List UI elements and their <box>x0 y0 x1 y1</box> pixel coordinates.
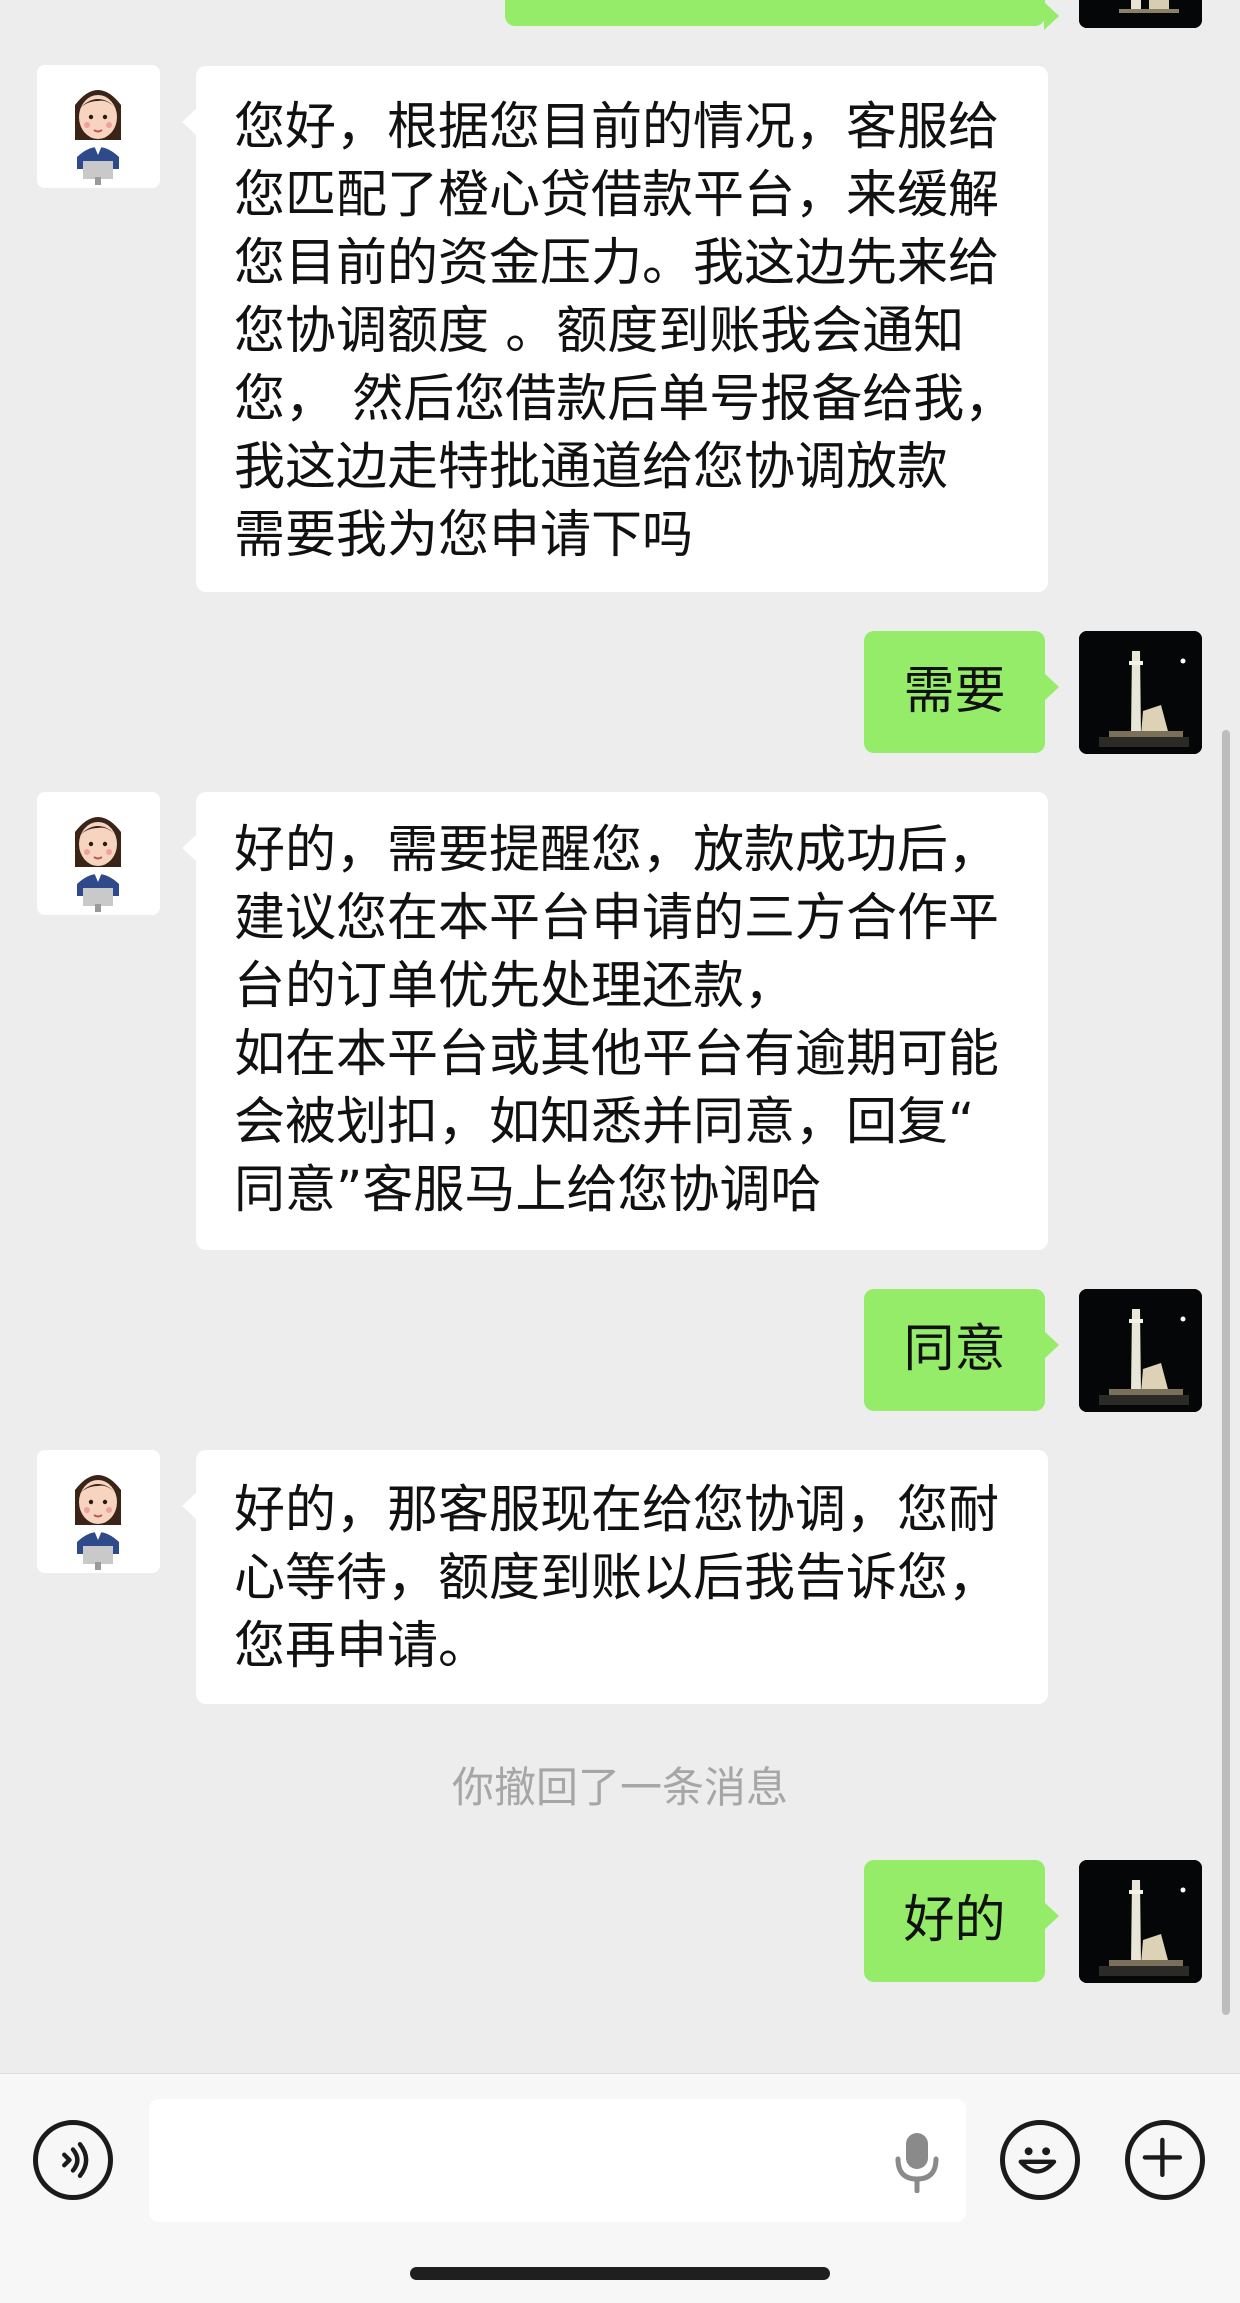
user-message-bubble[interactable]: 需要 <box>864 631 1059 753</box>
user-avatar[interactable] <box>1079 1289 1202 1412</box>
message-line: 同意”客服马上给您协调哈 <box>234 1161 822 1220</box>
user-avatar[interactable] <box>1079 0 1202 28</box>
message-text: 需要 <box>903 662 1006 721</box>
message-line: 好的，那客服现在给您协调，您耐 <box>234 1481 1000 1540</box>
message-line: 台的订单优先处理还款， <box>234 957 796 1016</box>
message-line: 心等待，额度到账以后我告诉您， <box>234 1549 1000 1608</box>
message-line: 建议您在本平台申请的三方合作平 <box>234 889 1000 948</box>
agent-avatar[interactable] <box>37 1450 160 1573</box>
message-text: 同意 <box>903 1320 1006 1379</box>
message-line: 我这边走特批通道给您协调放款 <box>234 438 949 497</box>
recall-notice: 你撤回了一条消息 <box>451 1763 788 1812</box>
chat-screen: 您好，根据您目前的情况，客服给 您匹配了橙心贷借款平台，来缓解 您目前的资金压力… <box>0 0 1240 2303</box>
agent-avatar[interactable] <box>37 65 160 188</box>
microphone-icon[interactable] <box>892 2129 942 2193</box>
home-indicator[interactable] <box>410 2267 830 2280</box>
agent-message-bubble[interactable]: 好的，需要提醒您，放款成功后， 建议您在本平台申请的三方合作平 台的订单优先处理… <box>182 792 1048 1250</box>
message-line: 您目前的资金压力。我这边先来给 <box>234 234 1000 293</box>
user-avatar[interactable] <box>1079 1860 1202 1983</box>
message-line: 您匹配了橙心贷借款平台，来缓解 <box>234 166 1000 225</box>
user-avatar[interactable] <box>1079 631 1202 754</box>
input-toolbar <box>0 2073 1240 2303</box>
message-line: 会被划扣，如知悉并同意，回复“ <box>234 1093 975 1152</box>
message-input[interactable] <box>149 2099 966 2222</box>
agent-message-bubble[interactable]: 您好，根据您目前的情况，客服给 您匹配了橙心贷借款平台，来缓解 您目前的资金压力… <box>182 66 1048 592</box>
message-text: 好的 <box>903 1891 1006 1950</box>
voice-icon[interactable] <box>33 2120 113 2200</box>
previous-user-bubble[interactable] <box>505 0 1059 30</box>
message-line: 您好，根据您目前的情况，客服给 <box>234 98 1000 157</box>
message-line: 好的，需要提醒您，放款成功后， <box>234 821 1000 880</box>
message-line: 您再申请。 <box>234 1617 490 1676</box>
emoji-icon[interactable] <box>1000 2120 1080 2200</box>
message-line: 需要我为您申请下吗 <box>234 506 694 565</box>
user-message-bubble[interactable]: 好的 <box>864 1860 1059 1982</box>
message-line: 如在本平台或其他平台有逾期可能 <box>234 1025 1000 1084</box>
agent-avatar[interactable] <box>37 792 160 915</box>
message-line: 您协调额度 。额度到账我会通知 <box>234 302 965 361</box>
agent-message-bubble[interactable]: 好的，那客服现在给您协调，您耐 心等待，额度到账以后我告诉您， 您再申请。 <box>182 1450 1048 1704</box>
plus-icon[interactable] <box>1125 2120 1205 2200</box>
user-message-bubble[interactable]: 同意 <box>864 1289 1059 1411</box>
message-line: 您， 然后您借款后单号报备给我， <box>234 370 1016 429</box>
scrollbar[interactable] <box>1222 730 1230 2015</box>
